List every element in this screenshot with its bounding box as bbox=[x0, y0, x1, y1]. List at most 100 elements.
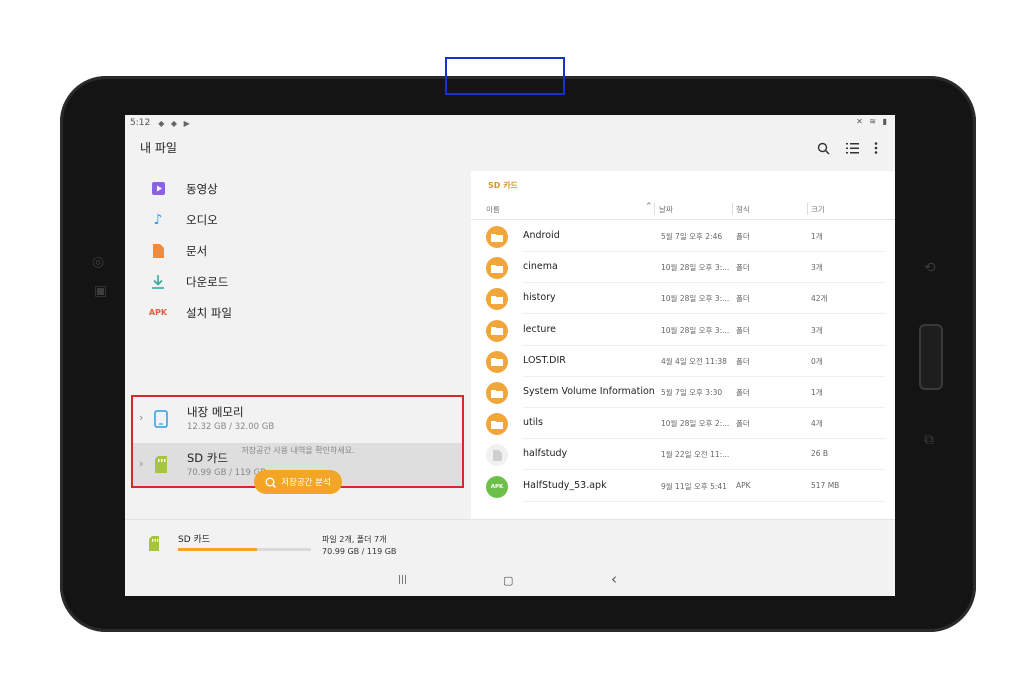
column-name[interactable]: 이름 bbox=[486, 204, 500, 215]
storage-internal[interactable]: › 내장 메모리 12.32 GB / 32.00 GB bbox=[133, 397, 462, 442]
file-size: 1개 bbox=[811, 388, 823, 397]
file-name: LOST.DIR bbox=[523, 354, 566, 366]
file-row[interactable]: APK HalfStudy_53.apk 9월 11일 오후 5:41 APK 517 … bbox=[471, 471, 895, 502]
video-icon bbox=[143, 182, 173, 195]
category-label: 설치 파일 bbox=[186, 305, 232, 320]
storage-size: 12.32 GB / 32.00 GB bbox=[187, 422, 275, 432]
file-name: utils bbox=[523, 417, 543, 429]
file-size: 42개 bbox=[811, 294, 828, 304]
music-icon: ♪ bbox=[153, 211, 163, 228]
file-row[interactable]: Android 5월 7일 오후 2:46 폴더 1개 bbox=[471, 221, 895, 252]
file-date: 1월 22일 오전 11:... bbox=[661, 450, 730, 460]
file-date: 10월 28일 오후 3:... bbox=[661, 325, 730, 335]
file-name: history bbox=[523, 292, 556, 304]
file-size: 0개 bbox=[811, 356, 823, 366]
folder-icon bbox=[486, 413, 508, 436]
file-size: 4개 bbox=[811, 419, 823, 429]
category-downloads[interactable]: 다운로드 bbox=[143, 266, 453, 297]
file-row[interactable]: cinema 10월 28일 오후 3:... 폴더 3개 bbox=[471, 252, 895, 284]
file-date: 10월 28일 오후 2:... bbox=[661, 419, 730, 429]
list-view-icon[interactable] bbox=[841, 137, 863, 159]
more-vert-icon[interactable] bbox=[865, 137, 887, 159]
file-row[interactable]: halfstudy 1월 22일 오전 11:... 26 B bbox=[471, 439, 895, 471]
file-date: 4월 4일 오전 11:38 bbox=[661, 356, 727, 366]
sd-card-icon bbox=[155, 456, 167, 473]
column-size[interactable]: 크기 bbox=[811, 204, 825, 215]
column-type[interactable]: 형식 bbox=[736, 204, 750, 215]
sensor-icon: ▣ bbox=[94, 283, 108, 299]
analyze-storage-button[interactable]: 저장공간 분석 bbox=[254, 470, 342, 494]
file-row[interactable]: lecture 10월 28일 오후 3:... 폴더 3개 bbox=[471, 315, 895, 346]
storage-usage-bar bbox=[178, 548, 311, 551]
back-key-icon[interactable]: ⧉ bbox=[924, 432, 934, 448]
file-type: 폴더 bbox=[736, 325, 750, 335]
file-name: lecture bbox=[523, 323, 556, 335]
folder-icon bbox=[486, 350, 508, 373]
file-name: halfstudy bbox=[523, 448, 568, 460]
recent-key-icon[interactable]: ⟲ bbox=[924, 260, 936, 276]
file-row[interactable]: history 10월 28일 오후 3:... 폴더 42개 bbox=[471, 283, 895, 315]
breadcrumb[interactable]: SD 카드 bbox=[488, 180, 518, 191]
file-type: APK bbox=[736, 480, 751, 490]
category-documents[interactable]: 문서 bbox=[143, 235, 453, 266]
system-icons: ✕ ≋ ▮ bbox=[856, 117, 889, 126]
category-installers[interactable]: APK 설치 파일 bbox=[143, 297, 453, 328]
category-label: 문서 bbox=[186, 243, 208, 258]
file-type: 폴더 bbox=[736, 388, 750, 397]
file-row[interactable]: LOST.DIR 4월 4일 오전 11:38 폴더 0개 bbox=[471, 346, 895, 377]
status-bar: 5:12 ◆ ◆ ▶ ✕ ≋ ▮ bbox=[125, 115, 895, 131]
file-row[interactable]: utils 10월 28일 오후 2:... 폴더 4개 bbox=[471, 408, 895, 440]
document-icon bbox=[143, 243, 173, 258]
apk-icon: APK bbox=[148, 308, 168, 317]
file-name: Android bbox=[523, 230, 560, 241]
file-icon bbox=[486, 444, 508, 467]
file-size: 517 MB bbox=[811, 480, 840, 490]
file-size: 1개 bbox=[811, 232, 823, 241]
status-time: 5:12 bbox=[130, 118, 151, 128]
category-label: 다운로드 bbox=[186, 274, 229, 289]
app-title: 내 파일 bbox=[140, 141, 177, 155]
app-bar: 내 파일 bbox=[125, 131, 895, 171]
file-date: 9월 11일 오후 5:41 bbox=[661, 481, 727, 491]
column-date[interactable]: 날짜 bbox=[659, 204, 673, 215]
navigation-bar: ||| ▢ ‹ bbox=[125, 568, 895, 596]
row-divider bbox=[523, 500, 885, 502]
notification-icons: ◆ ◆ ▶ bbox=[158, 118, 192, 128]
folder-icon bbox=[486, 226, 508, 248]
file-type: 폴더 bbox=[736, 419, 750, 429]
search-icon[interactable] bbox=[812, 137, 834, 159]
summary-storage-name: SD 카드 bbox=[178, 535, 211, 545]
file-type: 폴더 bbox=[736, 232, 750, 241]
folder-icon bbox=[486, 288, 508, 311]
sd-card-icon bbox=[149, 536, 159, 551]
highlight-box-blue bbox=[445, 57, 565, 95]
sort-up-icon[interactable]: ⌃ bbox=[645, 202, 653, 212]
storage-usage-fill bbox=[178, 548, 258, 551]
file-list-pane: SD 카드 이름 ⌃ 날짜 형식 크기 Android 5월 7일 오후 2:46… bbox=[471, 171, 895, 519]
column-header: 이름 ⌃ 날짜 형식 크기 bbox=[471, 199, 895, 220]
category-videos[interactable]: 동영상 bbox=[143, 173, 453, 204]
home-key[interactable] bbox=[919, 324, 943, 390]
home-button[interactable]: ▢ bbox=[503, 574, 513, 587]
camera-icon: ◎ bbox=[92, 254, 105, 270]
left-pane: 동영상 ♪ 오디오 문서 다운로드 APK 설치 파일 › 내장 메모리 12.… bbox=[125, 171, 471, 519]
summary-counts: 파일 2개, 폴더 7개 bbox=[322, 535, 387, 544]
category-audio[interactable]: ♪ 오디오 bbox=[143, 204, 453, 235]
folder-icon bbox=[486, 382, 508, 404]
file-size: 26 B bbox=[811, 449, 829, 459]
back-button[interactable]: ‹ bbox=[611, 570, 617, 588]
folder-icon bbox=[486, 257, 508, 280]
file-type: 폴더 bbox=[736, 263, 750, 273]
recent-apps-button[interactable]: ||| bbox=[398, 575, 407, 585]
phone-icon bbox=[154, 410, 168, 428]
download-icon bbox=[143, 274, 173, 289]
file-row[interactable]: System Volume Information 5월 7일 오후 3:30 폴더… bbox=[471, 377, 895, 408]
file-date: 10월 28일 오후 3:... bbox=[661, 263, 730, 273]
chevron-right-icon: › bbox=[139, 411, 144, 424]
storage-hint: 저장공간 사용 내역을 확인하세요. bbox=[241, 446, 355, 455]
file-size: 3개 bbox=[811, 325, 823, 335]
file-date: 5월 7일 오후 2:46 bbox=[661, 232, 723, 241]
analyze-icon bbox=[265, 477, 277, 488]
file-size: 3개 bbox=[811, 263, 823, 273]
apk-badge: APK bbox=[490, 483, 504, 490]
